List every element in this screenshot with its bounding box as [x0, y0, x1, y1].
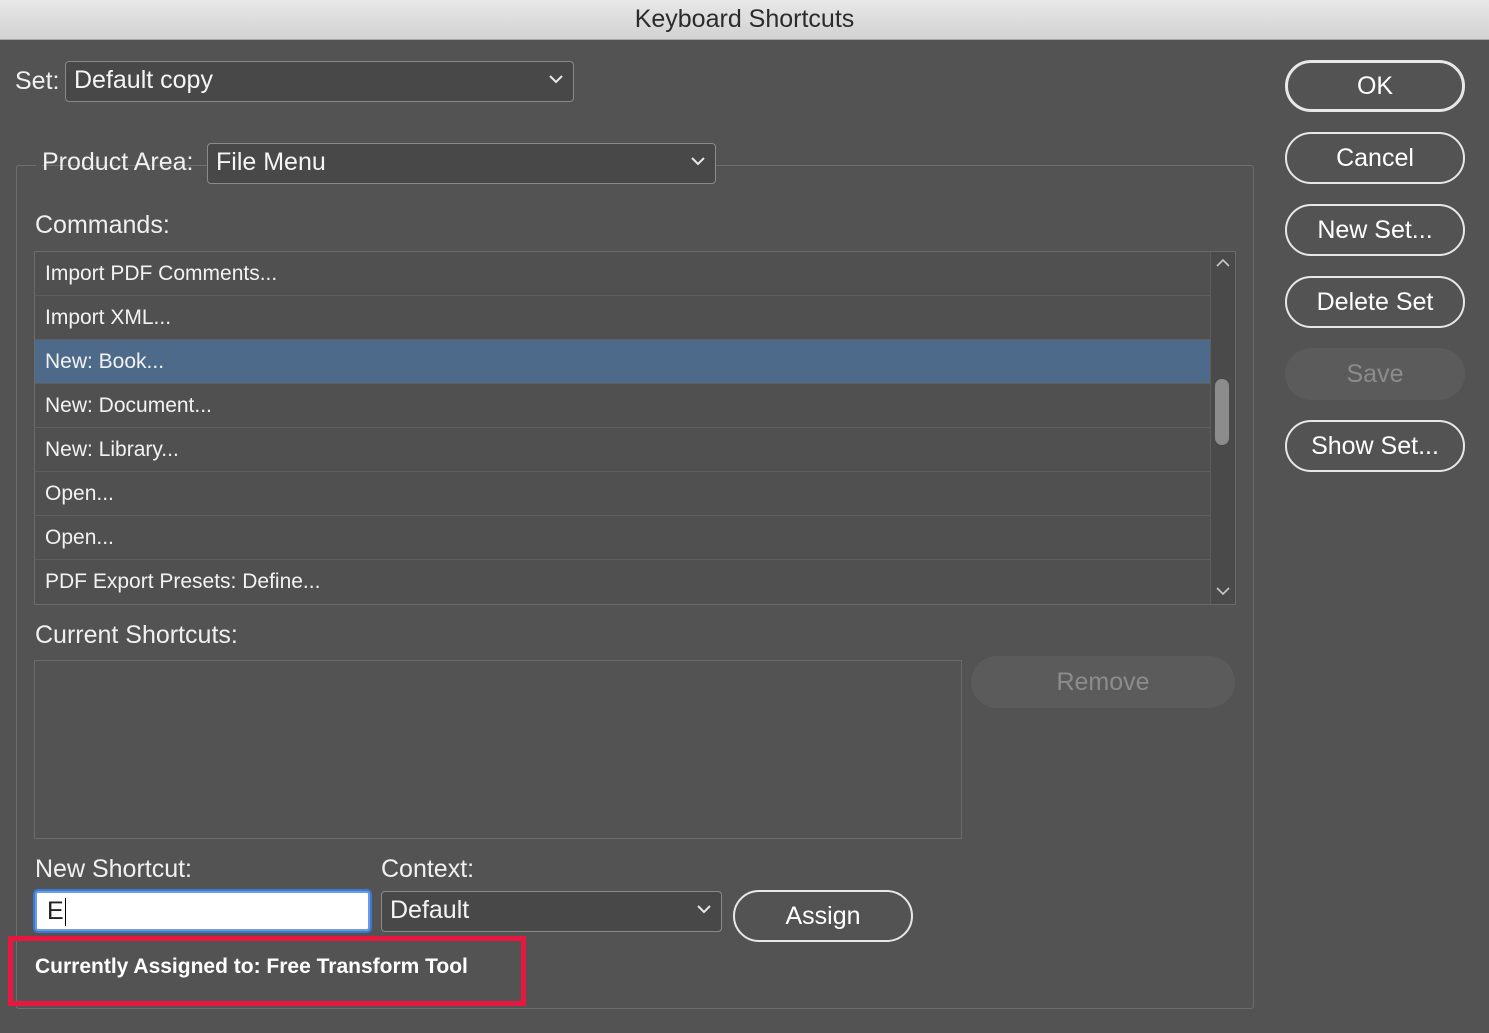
scroll-thumb[interactable]	[1215, 379, 1229, 445]
current-shortcuts-list[interactable]	[34, 660, 962, 839]
keyboard-shortcuts-dialog: Keyboard Shortcuts Set: Default copy Pro…	[0, 0, 1489, 1033]
context-dropdown-value: Default	[390, 896, 470, 924]
text-caret	[64, 898, 66, 927]
context-label: Context:	[381, 855, 475, 883]
new-shortcut-input[interactable]: E	[35, 891, 370, 931]
chevron-down-icon[interactable]	[1216, 584, 1230, 598]
product-area-dropdown-value: File Menu	[216, 148, 326, 176]
list-item[interactable]: New: Document...	[35, 384, 1211, 428]
list-item[interactable]: Import PDF Comments...	[35, 252, 1211, 296]
cancel-button[interactable]: Cancel	[1285, 132, 1465, 184]
list-item[interactable]: New: Library...	[35, 428, 1211, 472]
product-area-dropdown[interactable]: File Menu	[207, 143, 716, 184]
commands-list[interactable]: Import PDF Comments... Import XML... New…	[34, 251, 1236, 605]
list-item[interactable]: Open...	[35, 516, 1211, 560]
currently-assigned-text: Currently Assigned to: Free Transform To…	[35, 955, 468, 978]
commands-label: Commands:	[35, 211, 170, 239]
list-item[interactable]: New: Book...	[35, 340, 1211, 384]
new-shortcut-value: E	[47, 897, 64, 925]
list-item[interactable]: Import XML...	[35, 296, 1211, 340]
chevron-down-icon	[549, 75, 563, 84]
new-shortcut-label: New Shortcut:	[35, 855, 193, 883]
set-label: Set:	[15, 67, 60, 95]
commands-scrollbar[interactable]	[1210, 252, 1235, 604]
list-item[interactable]: PDF Export Presets: Define...	[35, 560, 1211, 604]
save-button[interactable]: Save	[1285, 348, 1465, 400]
ok-button[interactable]: OK	[1285, 60, 1465, 112]
chevron-down-icon	[697, 905, 711, 914]
set-dropdown-value: Default copy	[74, 66, 213, 94]
new-set-button[interactable]: New Set...	[1285, 204, 1465, 256]
product-area-label: Product Area:	[42, 148, 194, 176]
assign-button[interactable]: Assign	[733, 890, 913, 942]
delete-set-button[interactable]: Delete Set	[1285, 276, 1465, 328]
current-shortcuts-label: Current Shortcuts:	[35, 621, 238, 649]
chevron-up-icon[interactable]	[1216, 256, 1230, 270]
show-set-button[interactable]: Show Set...	[1285, 420, 1465, 472]
chevron-down-icon	[691, 157, 705, 166]
product-area-row: Product Area:	[36, 143, 193, 185]
list-item[interactable]: Open...	[35, 472, 1211, 516]
set-dropdown[interactable]: Default copy	[65, 61, 574, 102]
context-dropdown[interactable]: Default	[381, 891, 722, 932]
window-title: Keyboard Shortcuts	[0, 0, 1489, 40]
remove-button[interactable]: Remove	[971, 656, 1235, 708]
